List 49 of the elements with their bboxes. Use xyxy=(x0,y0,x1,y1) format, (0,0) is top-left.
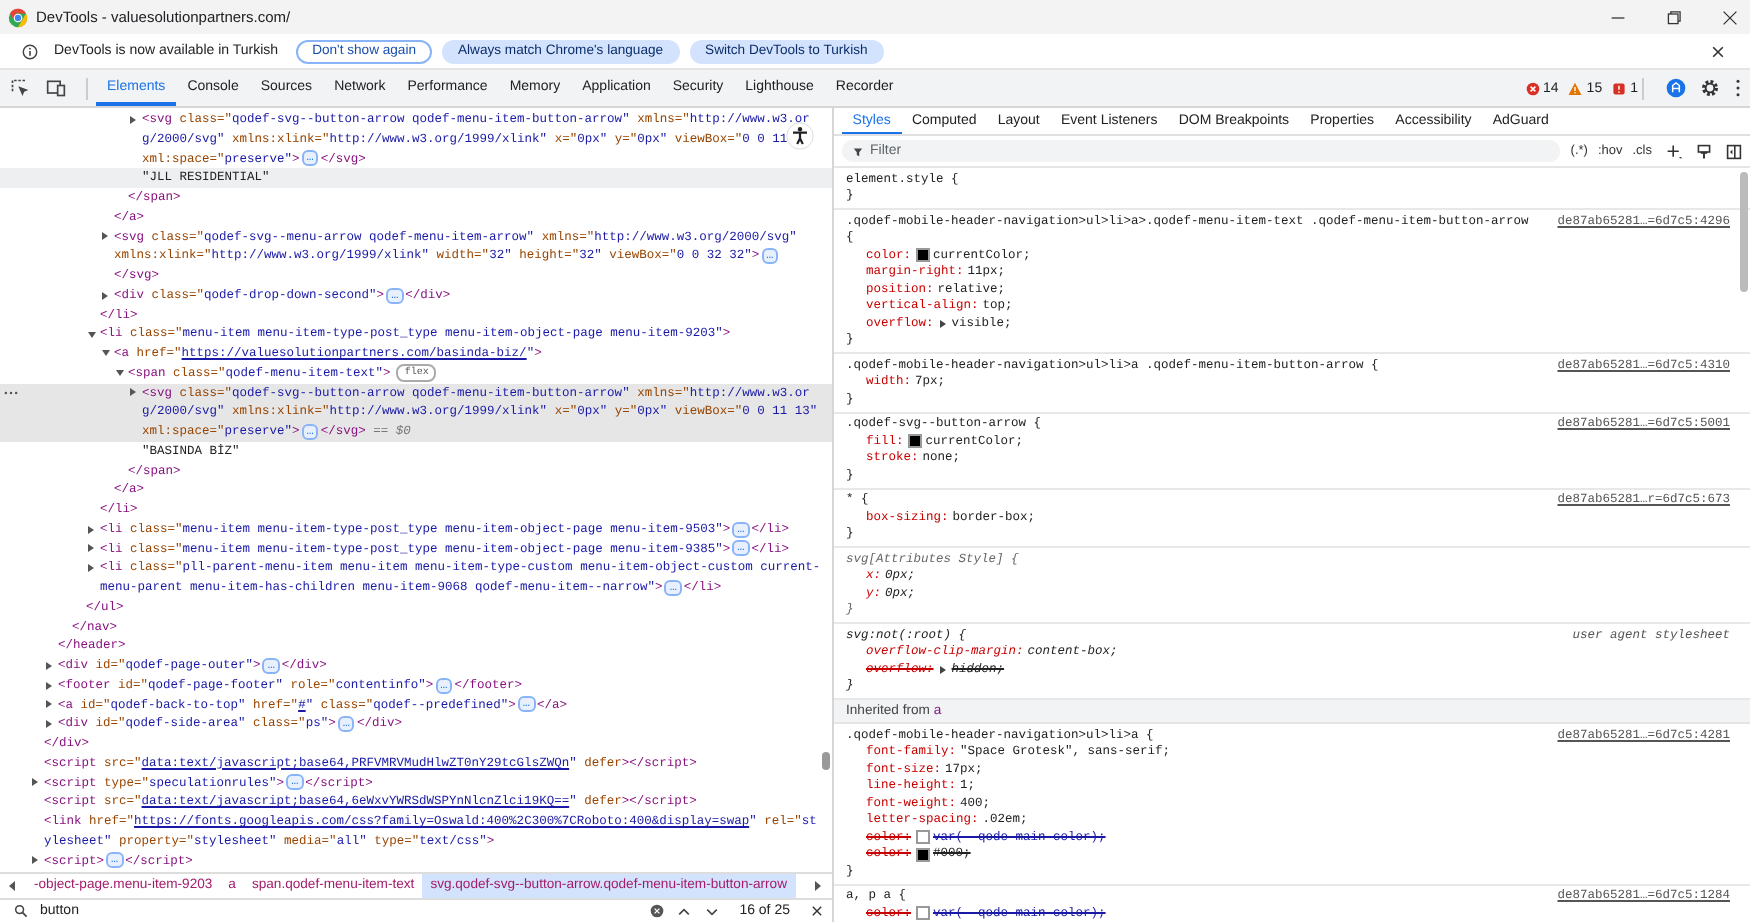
more-options-icon[interactable] xyxy=(1734,78,1742,98)
search-icon xyxy=(14,904,28,918)
browser-logo-icon xyxy=(8,7,28,27)
previous-match-icon[interactable] xyxy=(675,903,692,919)
scroll-right-icon[interactable] xyxy=(812,878,824,894)
caret-icon[interactable] xyxy=(46,681,52,690)
info-icon xyxy=(22,43,38,59)
caret-icon[interactable] xyxy=(46,700,52,709)
caret-icon[interactable] xyxy=(102,232,108,241)
restore-icon[interactable] xyxy=(1666,9,1682,25)
caret-icon[interactable] xyxy=(102,350,110,357)
accessibility-icon[interactable] xyxy=(786,122,814,150)
close-icon[interactable] xyxy=(1710,43,1726,59)
caret-icon[interactable] xyxy=(32,778,38,787)
caret-icon[interactable] xyxy=(88,564,94,573)
close-icon[interactable] xyxy=(1722,9,1738,25)
inspect-icon[interactable] xyxy=(10,78,30,98)
issue-icon xyxy=(1612,81,1627,95)
clear-icon[interactable] xyxy=(649,904,664,918)
caret-icon[interactable] xyxy=(32,856,38,865)
caret-icon[interactable] xyxy=(46,661,52,670)
scroll-left-icon[interactable] xyxy=(6,878,18,894)
caret-icon[interactable] xyxy=(130,115,136,124)
color-swatch[interactable] xyxy=(915,906,930,921)
assistant-icon[interactable] xyxy=(1666,78,1686,98)
caret-icon[interactable] xyxy=(102,291,108,300)
color-swatch[interactable] xyxy=(915,248,930,263)
color-swatch[interactable] xyxy=(915,830,930,845)
add-rule-icon[interactable] xyxy=(1666,143,1682,159)
device-icon[interactable] xyxy=(46,78,66,98)
next-match-icon[interactable] xyxy=(703,903,720,919)
settings-icon[interactable] xyxy=(1700,78,1720,98)
caret-icon[interactable] xyxy=(88,544,94,553)
caret-icon[interactable] xyxy=(46,720,52,729)
close-icon[interactable] xyxy=(810,904,824,918)
error-icon xyxy=(1525,81,1539,95)
filter-icon xyxy=(852,145,864,157)
sidebar-toggle-icon[interactable] xyxy=(1726,143,1742,159)
warning-icon xyxy=(1568,81,1583,95)
caret-icon[interactable] xyxy=(939,665,946,674)
color-swatch[interactable] xyxy=(907,434,922,449)
paint-brush-icon[interactable] xyxy=(1696,143,1712,159)
caret-icon[interactable] xyxy=(116,370,124,377)
caret-icon[interactable] xyxy=(130,388,136,397)
caret-icon[interactable] xyxy=(939,319,946,328)
caret-icon[interactable] xyxy=(88,331,96,338)
caret-icon[interactable] xyxy=(88,525,94,534)
more-icon[interactable] xyxy=(4,390,18,396)
color-swatch[interactable] xyxy=(915,847,930,862)
